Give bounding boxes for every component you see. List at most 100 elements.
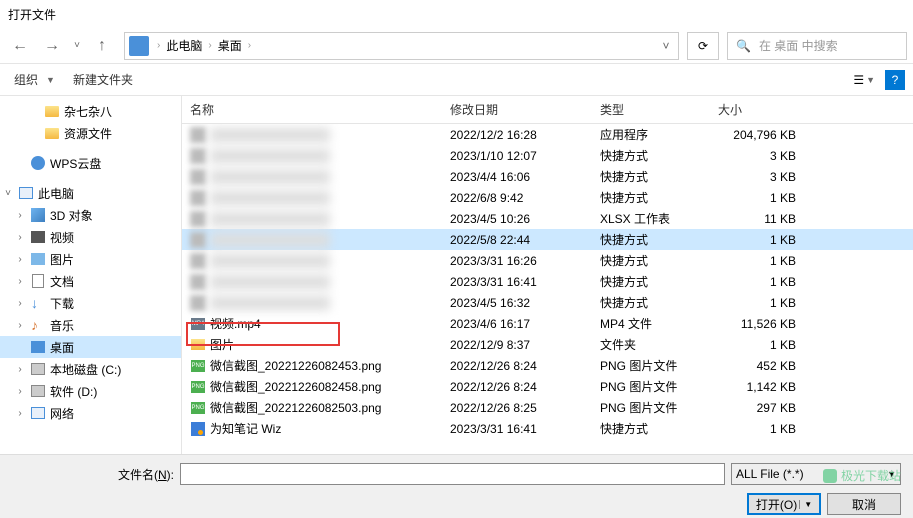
column-date[interactable]: 修改日期	[442, 101, 592, 118]
file-row[interactable]: 2023/4/4 16:06快捷方式3 KB	[182, 166, 913, 187]
cancel-button[interactable]: 取消	[827, 493, 901, 515]
column-name[interactable]: 名称	[182, 101, 442, 118]
file-row[interactable]: 为知笔记 Wiz2023/3/31 16:41快捷方式1 KB	[182, 418, 913, 439]
tree-caret-icon: ›	[14, 320, 26, 331]
tree-caret-icon: ›	[14, 298, 26, 309]
sidebar-item[interactable]: ›文档	[0, 270, 181, 292]
png-icon: PNG	[190, 379, 206, 395]
sidebar-item-label: 图片	[50, 251, 74, 268]
file-icon	[190, 211, 206, 227]
forward-button[interactable]: →	[38, 32, 66, 60]
file-row[interactable]: 2023/4/5 16:32快捷方式1 KB	[182, 292, 913, 313]
sidebar-item-label: WPS云盘	[50, 155, 101, 172]
file-size: 1 KB	[710, 275, 820, 289]
file-type: XLSX 工作表	[592, 210, 710, 227]
sidebar-item-label: 音乐	[50, 317, 74, 334]
file-name: 视频.mp4	[210, 315, 261, 332]
doc-icon	[30, 273, 46, 289]
new-folder-button[interactable]: 新建文件夹	[67, 67, 139, 92]
sidebar-item[interactable]: ›视频	[0, 226, 181, 248]
sidebar-item[interactable]: 资源文件	[0, 122, 181, 144]
sidebar-item[interactable]: ˅此电脑	[0, 182, 181, 204]
file-type: 应用程序	[592, 126, 710, 143]
file-list[interactable]: 2022/12/2 16:28应用程序204,796 KB2023/1/10 1…	[182, 124, 913, 454]
file-row[interactable]: PNG微信截图_20221226082453.png2022/12/26 8:2…	[182, 355, 913, 376]
file-row[interactable]: PNG微信截图_20221226082458.png 2022/12/26 8:2…	[182, 376, 913, 397]
sidebar-item-label: 下载	[50, 295, 74, 312]
sidebar-item[interactable]: › 图片	[0, 248, 181, 270]
file-type: 快捷方式	[592, 231, 710, 248]
file-date: 2023/3/31 16:41	[442, 275, 592, 289]
file-size: 11,526 KB	[710, 317, 820, 331]
file-row[interactable]: 2023/1/10 12:07快捷方式3 KB	[182, 145, 913, 166]
organize-button[interactable]: 组织	[8, 67, 44, 92]
column-type[interactable]: 类型	[592, 101, 710, 118]
file-row[interactable]: 2023/3/31 16:41快捷方式1 KB	[182, 271, 913, 292]
tree-caret-icon: ›	[14, 254, 26, 265]
sidebar-item[interactable]: ›♪音乐	[0, 314, 181, 336]
file-type: 快捷方式	[592, 252, 710, 269]
address-bar[interactable]: › 此电脑 › 桌面 › ˅	[124, 32, 679, 60]
location-icon	[129, 36, 149, 56]
sidebar-item[interactable]: WPS云盘	[0, 152, 181, 174]
file-date: 2023/4/4 16:06	[442, 170, 592, 184]
back-button[interactable]: ←	[6, 32, 34, 60]
bottom-bar: 文件名(N): ALL File (*.*) ▼ 打开(O) ▼ 取消	[0, 454, 913, 518]
sidebar-item[interactable]: ›网络	[0, 402, 181, 424]
file-filter-select[interactable]: ALL File (*.*) ▼	[731, 463, 901, 485]
file-row[interactable]: 2022/6/8 9:42快捷方式1 KB	[182, 187, 913, 208]
disk-icon	[30, 361, 46, 377]
file-row[interactable]: 2023/3/31 16:26快捷方式1 KB	[182, 250, 913, 271]
sidebar-item[interactable]: ›软件 (D:)	[0, 380, 181, 402]
breadcrumb-part[interactable]: 此电脑	[164, 37, 204, 54]
open-button[interactable]: 打开(O) ▼	[747, 493, 821, 515]
filename-label: 文件名(N):	[118, 466, 174, 483]
refresh-button[interactable]: ⟳	[687, 32, 719, 60]
file-icon	[190, 169, 206, 185]
file-row[interactable]: MP4视频.mp42023/4/6 16:17MP4 文件11,526 KB	[182, 313, 913, 334]
file-date: 2022/12/26 8:24	[442, 380, 592, 394]
file-row[interactable]: 图片2022/12/9 8:37文件夹1 KB	[182, 334, 913, 355]
sidebar-item-label: 杂七杂八	[64, 103, 112, 120]
sidebar-item[interactable]: ›本地磁盘 (C:)	[0, 358, 181, 380]
up-button[interactable]: ↑	[88, 32, 116, 60]
file-row[interactable]: 2022/5/8 22:44快捷方式1 KB	[182, 229, 913, 250]
file-name	[210, 254, 330, 268]
file-date: 2022/5/8 22:44	[442, 233, 592, 247]
file-date: 2023/4/6 16:17	[442, 317, 592, 331]
dropdown-caret-icon[interactable]: ▼	[46, 75, 55, 85]
column-size[interactable]: 大小	[710, 101, 820, 118]
file-size: 452 KB	[710, 359, 820, 373]
file-type: 快捷方式	[592, 420, 710, 437]
history-dropdown[interactable]: ˅	[70, 32, 84, 60]
file-size: 3 KB	[710, 149, 820, 163]
sidebar-item-label: 此电脑	[38, 185, 74, 202]
sidebar-item[interactable]: ›↓下载	[0, 292, 181, 314]
file-name: 微信截图_20221226082458.png	[210, 378, 381, 395]
file-date: 2022/6/8 9:42	[442, 191, 592, 205]
breadcrumb-part[interactable]: 桌面	[216, 37, 244, 54]
file-size: 11 KB	[710, 212, 820, 226]
file-name	[210, 128, 330, 142]
sidebar[interactable]: 杂七杂八资源文件WPS云盘˅此电脑›3D 对象›视频›图片›文档›↓下载›♪音乐…	[0, 96, 182, 454]
file-row[interactable]: 2023/4/5 10:26XLSX 工作表11 KB	[182, 208, 913, 229]
sidebar-item[interactable]: 杂七杂八	[0, 100, 181, 122]
help-button[interactable]: ?	[885, 70, 905, 90]
file-row[interactable]: 2022/12/2 16:28应用程序204,796 KB	[182, 124, 913, 145]
sidebar-item[interactable]: ›3D 对象	[0, 204, 181, 226]
file-type: 快捷方式	[592, 189, 710, 206]
sidebar-item[interactable]: 桌面	[0, 336, 181, 358]
address-dropdown[interactable]: ˅	[654, 39, 678, 53]
file-icon	[190, 232, 206, 248]
file-size: 297 KB	[710, 401, 820, 415]
view-mode-button[interactable]: ☰ ▼	[851, 71, 877, 89]
search-input[interactable]: 🔍 在 桌面 中搜索	[727, 32, 907, 60]
pc-icon	[30, 405, 46, 421]
file-name	[210, 275, 330, 289]
file-icon	[190, 148, 206, 164]
file-size: 3 KB	[710, 170, 820, 184]
mp4-icon: MP4	[190, 316, 206, 332]
file-row[interactable]: PNG微信截图_20221226082503.png2022/12/26 8:2…	[182, 397, 913, 418]
filename-input[interactable]	[180, 463, 725, 485]
sidebar-item-label: 文档	[50, 273, 74, 290]
